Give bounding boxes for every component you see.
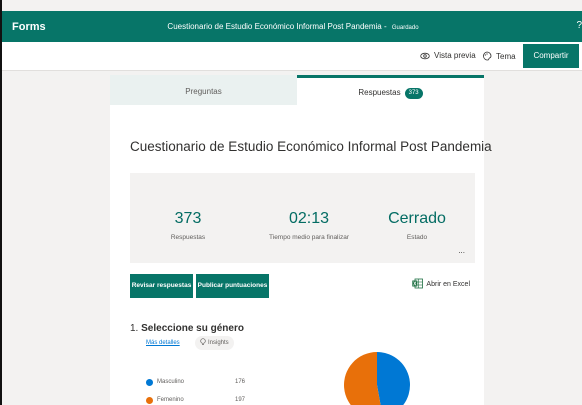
theme-label: Tema: [496, 51, 516, 61]
legend-label: Femenino: [157, 397, 184, 403]
gender-pie-chart: [344, 352, 410, 405]
responses-count-badge: 373: [404, 88, 423, 99]
toolbar: Vista previa Tema Compartir: [2, 42, 582, 71]
excel-icon: X: [412, 278, 424, 291]
tab-responses-label: Respuestas: [358, 88, 401, 97]
legend-swatch: [146, 379, 153, 386]
lightbulb-icon: [200, 338, 206, 348]
stat-label: Estado: [406, 234, 428, 241]
summary-panel: 373 Respuestas 02:13 Tiempo medio para f…: [130, 173, 475, 263]
question-text: Seleccione su género: [141, 323, 244, 334]
form-card: Preguntas Respuestas 373 Cuestionario de …: [110, 75, 492, 405]
pie-slice-masculino[interactable]: [377, 352, 410, 405]
palette-icon: [482, 51, 492, 61]
insights-button[interactable]: Insights: [195, 336, 234, 350]
more-options-button[interactable]: ...: [458, 246, 465, 255]
open-in-excel-button[interactable]: X Abrir en Excel: [412, 278, 470, 291]
stat-status: Cerrado Estado: [362, 210, 472, 241]
more-details-link[interactable]: Más detalles: [146, 340, 180, 346]
stat-label: Respuestas: [170, 234, 206, 241]
review-responses-button[interactable]: Revisar respuestas: [130, 274, 193, 298]
eye-icon: [420, 52, 430, 60]
document-title-bar: Cuestionario de Estudio Económico Inform…: [2, 22, 582, 31]
stat-responses: 373 Respuestas: [133, 210, 243, 241]
form-title: Cuestionario de Estudio Económico Inform…: [130, 139, 492, 154]
question-title: 1. Seleccione su género: [130, 323, 244, 334]
document-title: Cuestionario de Estudio Económico Inform…: [167, 22, 382, 31]
tab-questions-label: Preguntas: [185, 87, 222, 96]
tab-responses[interactable]: Respuestas 373: [297, 75, 484, 105]
question-number: 1.: [130, 323, 139, 334]
app-header: Forms Cuestionario de Estudio Económico …: [2, 11, 582, 42]
stat-value: 373: [174, 210, 202, 227]
preview-button[interactable]: Vista previa: [420, 51, 476, 60]
tab-questions[interactable]: Preguntas: [110, 75, 297, 105]
stat-value: 02:13: [288, 210, 330, 227]
legend-count: 176: [235, 379, 246, 385]
legend-label: Masculino: [157, 379, 185, 385]
stat-value: Cerrado: [388, 210, 446, 227]
preview-label: Vista previa: [434, 51, 476, 60]
save-status: Guardado: [391, 25, 419, 31]
excel-label: Abrir en Excel: [426, 281, 470, 288]
help-icon[interactable]: ?: [576, 20, 582, 31]
legend-count: 197: [235, 397, 246, 403]
share-button[interactable]: Compartir: [523, 44, 579, 68]
theme-button[interactable]: Tema: [482, 51, 516, 61]
insights-label: Insights: [208, 340, 229, 346]
stat-average-time: 02:13 Tiempo medio para finalizar: [254, 210, 364, 241]
legend-swatch: [146, 397, 153, 404]
stat-label: Tiempo medio para finalizar: [269, 234, 349, 241]
title-separator: -: [381, 22, 389, 31]
app-frame: Forms Cuestionario de Estudio Económico …: [0, 0, 582, 405]
pie-slice-femenino[interactable]: [344, 352, 383, 405]
publish-scores-button[interactable]: Publicar puntuaciones: [196, 274, 269, 298]
tab-bar: Preguntas Respuestas 373: [110, 75, 484, 105]
